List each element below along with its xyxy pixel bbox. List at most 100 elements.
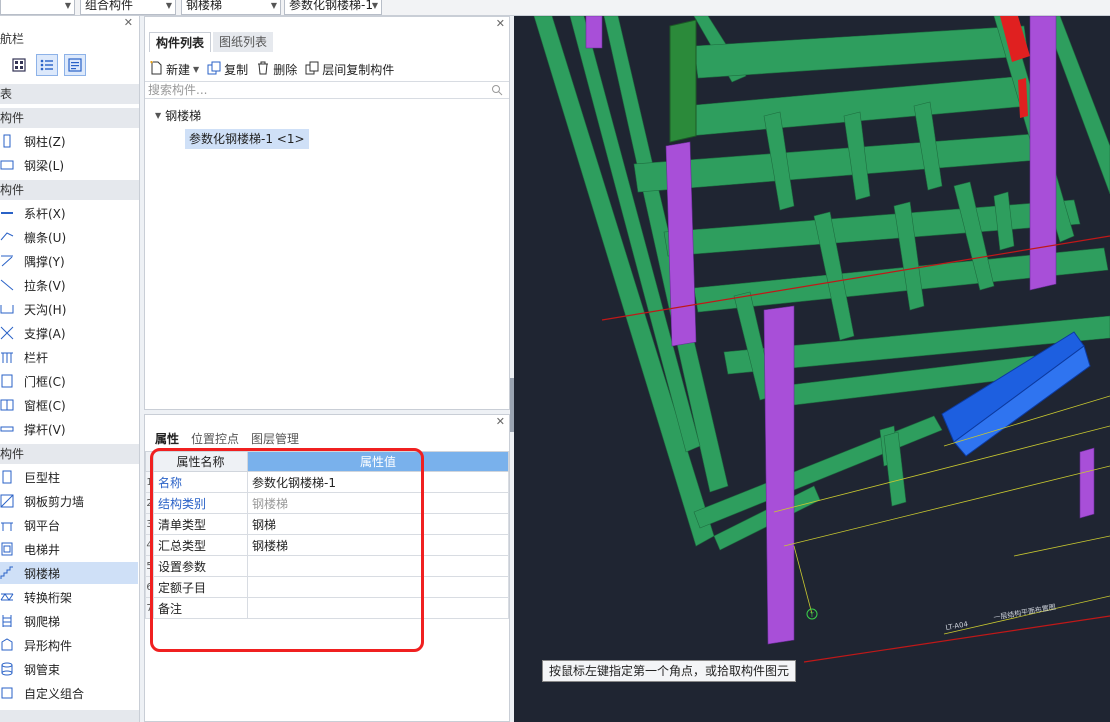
delete-button[interactable]: 删除 xyxy=(256,61,297,78)
chevron-down-icon: ▼ xyxy=(371,1,378,10)
elevator-shaft-icon xyxy=(0,542,14,556)
tree-node-parametric-stair[interactable]: 参数化钢楼梯-1 <1> xyxy=(185,129,309,149)
nav-item-steel-beam[interactable]: 钢梁(L) xyxy=(0,154,138,176)
detail-view-icon[interactable] xyxy=(64,54,86,76)
railing-icon xyxy=(0,350,14,364)
nav-item-gutter[interactable]: 天沟(H) xyxy=(0,298,138,320)
trash-icon xyxy=(256,61,270,78)
tab-layer-management[interactable]: 图层管理 xyxy=(245,429,305,449)
nav-view-toolbar xyxy=(8,54,86,76)
dark-green-column xyxy=(669,19,697,143)
type-dropdown[interactable]: 钢楼梯 ▼ xyxy=(181,0,281,15)
nav-item-mega-column[interactable]: 巨型柱 xyxy=(0,466,138,488)
purlin-icon xyxy=(0,230,14,244)
navigation-panel: ✕ 航栏 表 构件 钢柱(Z) 钢梁(L) 构件 系杆(X) 檩条(U) 隅撑(… xyxy=(0,16,140,722)
tab-drawing-list[interactable]: 图纸列表 xyxy=(213,32,274,52)
nav-item-strut[interactable]: 撑杆(V) xyxy=(0,418,138,440)
gutter-icon xyxy=(0,302,14,316)
nav-item-custom-combo[interactable]: 自定义组合 xyxy=(0,682,138,704)
close-icon[interactable]: ✕ xyxy=(124,16,133,29)
drawing-label-title: 一层结构平面布置图 xyxy=(993,602,1057,622)
floor-copy-button[interactable]: 层间复制构件 xyxy=(305,61,394,78)
tree-node-steel-stair[interactable]: ▼ 钢楼梯 xyxy=(155,107,201,124)
steel-column-icon xyxy=(0,134,14,148)
copy-icon xyxy=(207,61,221,78)
nav-item-bracing[interactable]: 支撑(A) xyxy=(0,322,138,344)
highlight-annotation-box xyxy=(150,448,424,652)
bracing-icon xyxy=(0,326,14,340)
tab-component-list[interactable]: 构件列表 xyxy=(149,32,212,52)
nav-item-transfer-truss[interactable]: 转换桁架 xyxy=(0,586,138,608)
door-frame-icon xyxy=(0,374,14,388)
component-list-tabs: 构件列表 图纸列表 xyxy=(149,32,275,52)
chevron-down-icon[interactable]: ▼ xyxy=(193,65,199,74)
special-shape-icon xyxy=(0,638,14,652)
nav-item-elevator-shaft[interactable]: 电梯井 xyxy=(0,538,138,560)
category-header[interactable]: 构件 xyxy=(0,180,139,200)
corner-brace-icon xyxy=(0,254,14,268)
category-dropdown[interactable]: 组合构件 ▼ xyxy=(80,0,176,15)
component-list-panel: ✕ 构件列表 图纸列表 新建 ▼ 复制 删除 层间复制构件 搜索构件... ▼ … xyxy=(144,16,510,410)
category-header[interactable] xyxy=(0,710,139,722)
nav-item-steel-shear-wall[interactable]: 钢板剪力墙 xyxy=(0,490,138,512)
properties-tabs: 属性 位置控点 图层管理 xyxy=(149,429,305,449)
3d-viewport[interactable]: T LT-A04 一层结构平面布置图 xyxy=(514,16,1110,722)
new-file-icon xyxy=(149,60,163,78)
svg-text:T: T xyxy=(809,612,814,619)
new-button[interactable]: 新建 ▼ xyxy=(149,60,199,78)
drawing-overlay-lines xyxy=(773,395,1110,635)
nav-item-steel-platform[interactable]: 钢平台 xyxy=(0,514,138,536)
custom-combo-icon xyxy=(0,686,14,700)
nav-title: 航栏 xyxy=(0,32,25,46)
steel-beam-icon xyxy=(0,158,14,172)
search-icon[interactable] xyxy=(491,84,503,100)
nav-item-tension-strip[interactable]: 拉条(V) xyxy=(0,274,138,296)
nav-item-special-shape[interactable]: 异形构件 xyxy=(0,634,138,656)
steel-tube-bundle-icon xyxy=(0,662,14,676)
nav-item-tie-rod[interactable]: 系杆(X) xyxy=(0,202,138,224)
tie-rod-icon xyxy=(0,206,14,220)
tab-properties[interactable]: 属性 xyxy=(149,429,185,449)
top-toolbar: ▼ 组合构件 ▼ 钢楼梯 ▼ 参数化钢楼梯-1 ▼ xyxy=(0,0,1110,16)
chevron-down-icon: ▼ xyxy=(165,1,172,10)
component-dropdown[interactable]: 参数化钢楼梯-1 ▼ xyxy=(284,0,382,15)
steel-ladder-icon xyxy=(0,614,14,628)
tension-strip-icon xyxy=(0,278,14,292)
chevron-down-icon: ▼ xyxy=(64,1,71,10)
nav-item-steel-tube-bundle[interactable]: 钢管束 xyxy=(0,658,138,680)
component-toolbar: 新建 ▼ 复制 删除 层间复制构件 xyxy=(145,57,509,81)
window-frame-icon xyxy=(0,398,14,412)
grid-view-icon[interactable] xyxy=(8,54,30,76)
nav-item-steel-ladder[interactable]: 钢爬梯 xyxy=(0,610,138,632)
filter-dropdown[interactable]: ▼ xyxy=(0,0,75,15)
collapse-triangle-icon[interactable]: ▼ xyxy=(155,111,161,120)
drawing-label-code: LT-A04 xyxy=(945,620,969,632)
strut-icon xyxy=(0,422,14,436)
copy-button[interactable]: 复制 xyxy=(207,61,248,78)
steel-shear-wall-icon xyxy=(0,494,14,508)
floor-copy-icon xyxy=(305,61,319,78)
nav-item-purlin[interactable]: 檩条(U) xyxy=(0,226,138,248)
category-header[interactable]: 构件 xyxy=(0,108,139,128)
nav-item-steel-stair[interactable]: 钢楼梯 xyxy=(0,562,138,584)
nav-item-window-frame[interactable]: 窗框(C) xyxy=(0,394,138,416)
mega-column-icon xyxy=(0,470,14,484)
tab-position-control[interactable]: 位置控点 xyxy=(185,429,245,449)
close-icon[interactable]: ✕ xyxy=(496,17,505,30)
nav-item-door-frame[interactable]: 门框(C) xyxy=(0,370,138,392)
nav-item-railing[interactable]: 栏杆 xyxy=(0,346,138,368)
3d-model-render: T LT-A04 一层结构平面布置图 xyxy=(533,16,1110,663)
transfer-truss-icon xyxy=(0,590,14,604)
category-header[interactable]: 构件 xyxy=(0,444,139,464)
status-tooltip: 按鼠标左键指定第一个角点，或拾取构件图元 xyxy=(542,660,797,682)
steel-platform-icon xyxy=(0,518,14,532)
close-icon[interactable]: ✕ xyxy=(496,415,505,428)
axis-marker: T xyxy=(793,545,818,620)
steel-stair-icon xyxy=(0,566,14,580)
chevron-down-icon: ▼ xyxy=(270,1,277,10)
nav-item-steel-column[interactable]: 钢柱(Z) xyxy=(0,130,138,152)
category-header[interactable]: 表 xyxy=(0,84,139,104)
component-search-input[interactable]: 搜索构件... xyxy=(145,81,509,99)
nav-item-corner-brace[interactable]: 隅撑(Y) xyxy=(0,250,138,272)
list-view-icon[interactable] xyxy=(36,54,58,76)
